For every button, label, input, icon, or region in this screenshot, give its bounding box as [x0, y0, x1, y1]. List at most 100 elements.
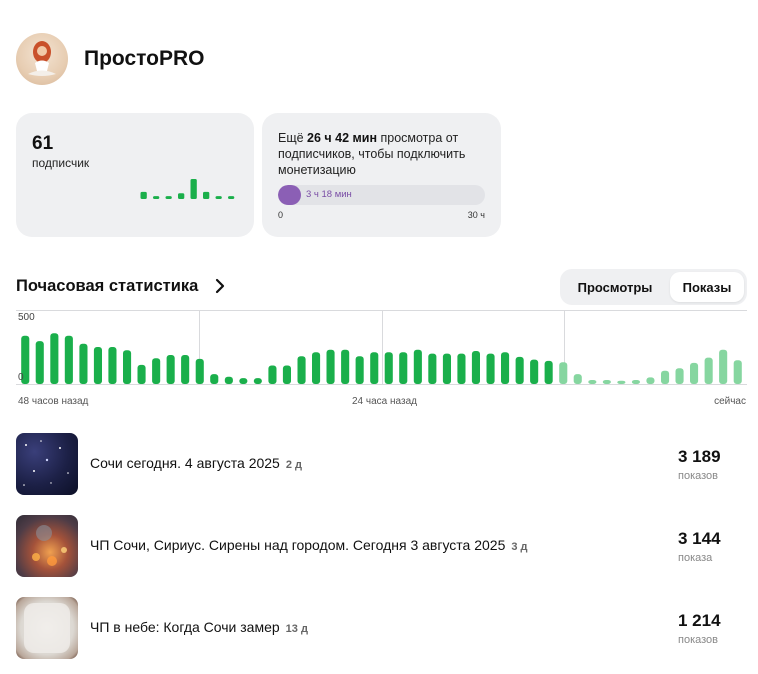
chart-bar[interactable] — [195, 358, 204, 384]
thumbnail-fire — [32, 525, 67, 566]
sparkline-bar — [228, 196, 235, 199]
chart-bar[interactable] — [108, 347, 117, 384]
toggle-views-button[interactable]: Просмотры — [563, 272, 667, 302]
subscribers-card[interactable]: 61 подписчик — [16, 113, 254, 237]
chart-bar[interactable] — [93, 347, 102, 384]
chart-bar[interactable] — [719, 349, 728, 384]
channel-name: ПростоPRO — [84, 47, 205, 70]
chart-bar[interactable] — [224, 376, 233, 384]
chart-bar[interactable] — [384, 352, 393, 384]
chart-bar[interactable] — [282, 365, 291, 385]
chart-bar[interactable] — [457, 353, 466, 384]
chart-bar[interactable] — [355, 356, 364, 384]
chart-bar[interactable] — [602, 380, 611, 384]
progress-max-label: 30 ч — [467, 210, 485, 220]
monetization-progress-fill — [278, 185, 301, 205]
chart-bar[interactable] — [370, 352, 379, 384]
video-thumbnail[interactable] — [16, 515, 78, 577]
video-age: 3 д — [511, 541, 528, 553]
sparkline-bar — [215, 196, 222, 199]
video-row[interactable]: ЧП Сочи, Сириус. Сирены над городом. Сег… — [16, 515, 747, 578]
video-thumbnail[interactable] — [16, 597, 78, 659]
chart-bar[interactable] — [544, 360, 553, 384]
chart-bar[interactable] — [559, 362, 568, 384]
chart-bar[interactable] — [486, 353, 495, 384]
chart-bar[interactable] — [442, 353, 451, 384]
video-title[interactable]: ЧП в небе: Когда Сочи замер 13 д — [90, 619, 308, 635]
video-row[interactable]: Сочи сегодня. 4 августа 2025 2 д 3 189 по… — [16, 433, 747, 496]
video-title[interactable]: Сочи сегодня. 4 августа 2025 2 д — [90, 455, 302, 471]
monetization-text-before: Ещё — [278, 131, 308, 145]
chart-bar[interactable] — [268, 365, 277, 385]
chart-bar[interactable] — [239, 378, 248, 384]
monetization-progress-bar: 3 ч 18 мин — [278, 185, 485, 205]
chart-bar[interactable] — [501, 352, 510, 384]
chart-bar[interactable] — [50, 333, 59, 384]
sparkline-bar — [165, 196, 172, 199]
chart-bar[interactable] — [253, 378, 262, 384]
chart-bar[interactable] — [471, 351, 480, 384]
x-tick-24h: 24 часа назад — [352, 396, 417, 407]
x-tick-48h: 48 часов назад — [18, 396, 89, 407]
monetization-text: Ещё 26 ч 42 мин просмотра от подписчиков… — [278, 130, 488, 178]
subscribers-sparkline — [140, 179, 235, 199]
subscribers-count: 61 — [32, 133, 54, 154]
metric-toggle: Просмотры Показы — [560, 269, 747, 305]
chart-bar[interactable] — [326, 349, 335, 384]
hourly-stats-title[interactable]: Почасовая статистика — [16, 277, 198, 296]
video-impressions-unit: показов — [678, 634, 719, 646]
chart-bar[interactable] — [137, 364, 146, 384]
chart-bar[interactable] — [35, 341, 44, 384]
hourly-chart — [16, 310, 747, 410]
video-impressions-count: 3 189 — [678, 447, 721, 466]
chart-bar[interactable] — [588, 380, 597, 384]
chart-bar[interactable] — [166, 355, 175, 384]
video-title-text: ЧП Сочи, Сириус. Сирены над городом. Сег… — [90, 537, 506, 553]
y-tick-500: 500 — [18, 312, 35, 323]
monetization-progress-label: 3 ч 18 мин — [306, 189, 352, 200]
chart-bar[interactable] — [704, 357, 713, 384]
chart-bar[interactable] — [617, 380, 626, 384]
video-age: 13 д — [285, 623, 308, 635]
video-impressions-count: 3 144 — [678, 529, 721, 548]
chart-bar[interactable] — [515, 356, 524, 384]
x-tick-now: сейчас — [714, 396, 746, 407]
chart-bar[interactable] — [79, 343, 88, 384]
sparkline-bar — [203, 191, 210, 199]
sparkline-bar — [140, 191, 147, 199]
chart-bar[interactable] — [413, 349, 422, 384]
chart-bar[interactable] — [210, 374, 219, 384]
chart-bar[interactable] — [181, 355, 190, 384]
chart-bar[interactable] — [530, 359, 539, 384]
hourly-chart-svg — [16, 310, 747, 385]
chart-bar[interactable] — [123, 350, 132, 384]
chart-bar[interactable] — [428, 353, 437, 384]
chart-bar[interactable] — [661, 370, 670, 384]
chart-bar[interactable] — [64, 335, 73, 384]
monetization-card[interactable]: Ещё 26 ч 42 мин просмотра от подписчиков… — [262, 113, 501, 237]
sparkline-bar — [178, 193, 185, 199]
video-title[interactable]: ЧП Сочи, Сириус. Сирены над городом. Сег… — [90, 537, 528, 553]
chevron-right-icon[interactable] — [213, 276, 227, 296]
video-title-text: ЧП в небе: Когда Сочи замер — [90, 619, 280, 635]
chart-bar[interactable] — [690, 362, 699, 384]
chart-bar[interactable] — [341, 349, 350, 384]
video-title-text: Сочи сегодня. 4 августа 2025 — [90, 455, 280, 471]
video-row[interactable]: ЧП в небе: Когда Сочи замер 13 д 1 214 по… — [16, 597, 747, 660]
chart-bar[interactable] — [399, 352, 408, 384]
toggle-impressions-button[interactable]: Показы — [670, 272, 744, 302]
chart-bar[interactable] — [675, 368, 684, 384]
video-thumbnail[interactable] — [16, 433, 78, 495]
video-age: 2 д — [285, 459, 302, 471]
video-impressions-count: 1 214 — [678, 611, 721, 630]
progress-min-label: 0 — [278, 210, 284, 220]
sparkline-bar — [153, 196, 160, 199]
channel-avatar[interactable] — [16, 33, 68, 85]
chart-bar[interactable] — [631, 380, 640, 384]
chart-bar[interactable] — [733, 360, 742, 384]
chart-bar[interactable] — [152, 358, 161, 384]
chart-bar[interactable] — [297, 356, 306, 384]
chart-bar[interactable] — [312, 352, 321, 384]
chart-bar[interactable] — [573, 374, 582, 384]
chart-bar[interactable] — [646, 377, 655, 384]
